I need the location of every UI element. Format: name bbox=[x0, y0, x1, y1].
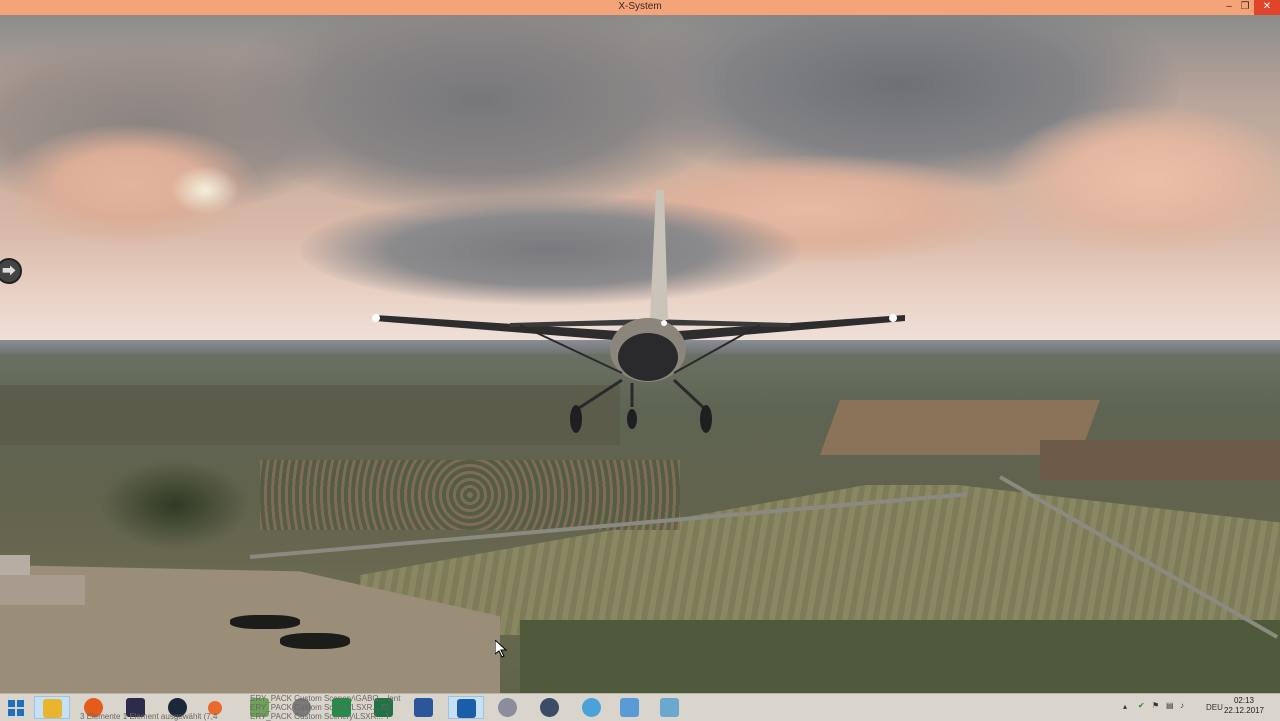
close-button[interactable]: ✕ bbox=[1254, 0, 1280, 15]
aircraft-wheel bbox=[627, 409, 637, 429]
clock-time: 02:13 bbox=[1233, 696, 1255, 705]
taskbar-notes-app[interactable] bbox=[652, 696, 688, 719]
tray-volume-icon[interactable]: ♪ bbox=[1180, 701, 1184, 710]
taskbar-tooltip-text: ERY_PACK Custom Scenery\GABO... lent bbox=[250, 694, 401, 703]
aircraft-wheel bbox=[700, 405, 712, 433]
tray-flag-icon[interactable]: ⚑ bbox=[1152, 701, 1159, 710]
window-title: X-System bbox=[618, 1, 662, 12]
restore-button[interactable]: ❐ bbox=[1236, 0, 1254, 15]
tray-expand-icon[interactable]: ▴ bbox=[1123, 702, 1127, 711]
image-icon bbox=[620, 698, 639, 717]
notes-icon bbox=[660, 698, 679, 717]
taskbar-plane-app[interactable] bbox=[574, 696, 610, 719]
aircraft-gear-leg bbox=[672, 378, 708, 412]
field-green bbox=[520, 620, 1280, 693]
taskbar-word[interactable] bbox=[406, 696, 442, 719]
word-icon bbox=[414, 698, 433, 717]
windows-logo-icon bbox=[8, 700, 24, 716]
taskbar-image-app[interactable] bbox=[612, 696, 648, 719]
dark-pond bbox=[230, 615, 300, 629]
aircraft-wingtip-light bbox=[889, 314, 897, 322]
village bbox=[260, 460, 680, 530]
taskbar-globe-app-2[interactable] bbox=[532, 696, 568, 719]
building bbox=[0, 575, 85, 605]
taskbar-tooltip-text: ERY_PACK Custom Scener/LSXR... E/ bbox=[250, 703, 389, 712]
cloud bbox=[170, 165, 240, 215]
mouse-cursor-icon bbox=[495, 640, 507, 658]
taskbar-file-explorer[interactable] bbox=[34, 696, 70, 719]
system-tray: ▴ ✔ ⚑ ▤ ♪ DEU bbox=[1120, 693, 1223, 720]
aircraft-nose bbox=[618, 333, 678, 381]
x-plane-icon bbox=[457, 699, 476, 718]
dark-pond bbox=[280, 633, 350, 649]
aircraft-wheel bbox=[570, 405, 582, 433]
taskbar-satellite-app[interactable] bbox=[490, 696, 526, 719]
taskbar: ERY_PACK Custom Scenery\GABO... lent ERY… bbox=[0, 693, 1280, 721]
aircraft-wingtip-light bbox=[372, 314, 380, 322]
globe-icon bbox=[540, 698, 559, 717]
clock-date: 22.12.2017 bbox=[1223, 706, 1265, 715]
aircraft-tail-light bbox=[661, 320, 667, 326]
aircraft bbox=[372, 190, 905, 433]
tray-clock[interactable]: 02:13 22.12.2017 bbox=[1220, 696, 1268, 716]
field-dark bbox=[1040, 440, 1280, 480]
aircraft-gear-leg bbox=[575, 378, 623, 412]
tray-network-icon[interactable]: ▤ bbox=[1166, 701, 1174, 710]
tray-security-icon[interactable]: ✔ bbox=[1138, 701, 1145, 710]
satellite-icon bbox=[498, 698, 517, 717]
flight-sim-viewport[interactable]: ⮕ bbox=[0, 15, 1280, 693]
window-title-bar: X-System – ❐ ✕ bbox=[0, 0, 1280, 15]
start-button[interactable] bbox=[0, 696, 36, 719]
plane-icon bbox=[582, 698, 601, 717]
trees bbox=[100, 460, 250, 550]
aircraft-fin bbox=[650, 190, 668, 320]
building bbox=[0, 555, 30, 575]
taskbar-x-plane[interactable] bbox=[448, 696, 484, 719]
folder-icon bbox=[43, 699, 62, 718]
cloud bbox=[1000, 105, 1280, 255]
